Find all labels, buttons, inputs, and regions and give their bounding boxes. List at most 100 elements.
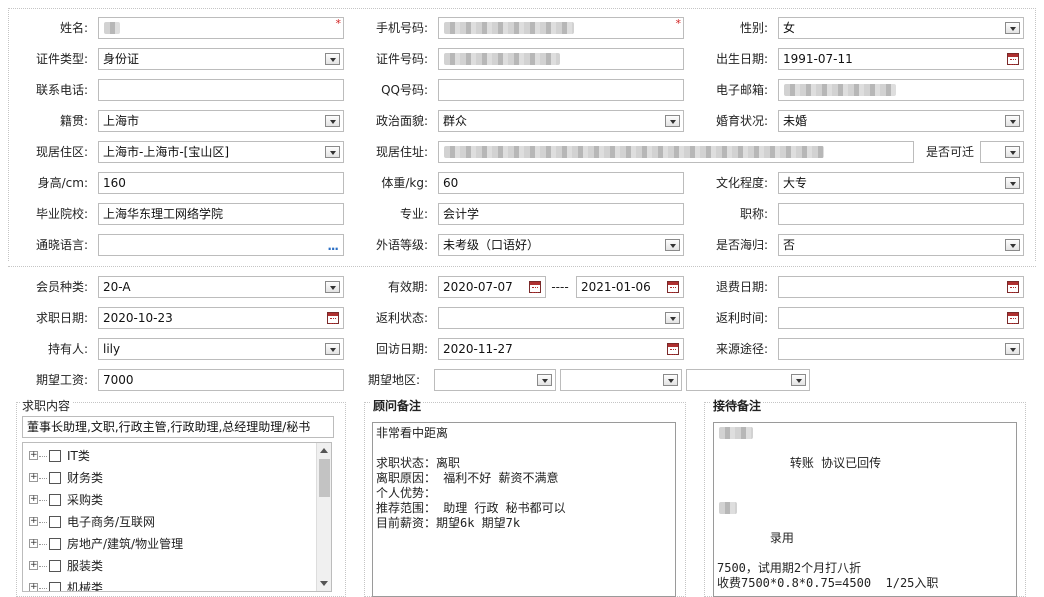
calendar-icon[interactable]	[327, 312, 339, 324]
validity-start-field[interactable]: 2020-07-07	[438, 276, 546, 298]
residence-area-select[interactable]: 上海市-上海市-[宝山区]	[98, 141, 344, 163]
contact-phone-field[interactable]	[98, 79, 344, 101]
chevron-down-icon[interactable]	[663, 374, 678, 386]
note-line: 7500，试用期2个月打八折	[717, 561, 862, 575]
calendar-icon[interactable]	[1007, 312, 1019, 324]
chevron-down-icon[interactable]	[665, 312, 680, 324]
calendar-icon[interactable]	[1007, 281, 1019, 293]
returnee-select[interactable]: 否	[778, 234, 1024, 256]
title-field[interactable]	[778, 203, 1024, 225]
expand-icon[interactable]: +	[29, 495, 38, 504]
region-select-province[interactable]	[434, 369, 556, 391]
tree-item-label: 房地产/建筑/物业管理	[67, 537, 184, 551]
visit-date-value: 2020-11-27	[443, 342, 513, 356]
tree-item-label: 机械类	[67, 581, 104, 592]
region-select-city[interactable]	[560, 369, 682, 391]
more-button[interactable]: ...	[327, 236, 339, 255]
chevron-down-icon[interactable]	[1005, 115, 1020, 127]
school-field[interactable]: 上海华东理工网络学院	[98, 203, 344, 225]
chevron-down-icon[interactable]	[665, 115, 680, 127]
height-field[interactable]: 160	[98, 172, 344, 194]
rebate-time-label: 返利时间:	[715, 311, 768, 325]
job-summary-field[interactable]: 董事长助理,文职,行政主管,行政助理,总经理助理/秘书	[22, 416, 334, 438]
name-field[interactable]: *	[98, 17, 344, 39]
address-field[interactable]	[438, 141, 914, 163]
email-field[interactable]	[778, 79, 1024, 101]
visit-date-field[interactable]: 2020-11-27	[438, 338, 684, 360]
major-field[interactable]: 会计学	[438, 203, 684, 225]
tree-scrollbar[interactable]	[316, 443, 331, 591]
checkbox[interactable]	[49, 450, 61, 462]
expand-icon[interactable]: +	[29, 451, 38, 460]
checkbox[interactable]	[49, 472, 61, 484]
id-type-label: 证件类型:	[35, 52, 88, 66]
checkbox[interactable]	[49, 516, 61, 528]
marital-select[interactable]: 未婚	[778, 110, 1024, 132]
scroll-down-icon[interactable]	[320, 581, 328, 586]
education-value: 大专	[783, 176, 808, 190]
id-type-select[interactable]: 身份证	[98, 48, 344, 70]
scroll-thumb[interactable]	[319, 459, 330, 497]
gender-select[interactable]: 女	[778, 17, 1024, 39]
calendar-icon[interactable]	[1007, 53, 1019, 65]
chevron-down-icon[interactable]	[1005, 239, 1020, 251]
reception-notes-textarea[interactable]: 转账 协议已回传 录用 7500，试用期2个月打八折 收费7500*0.8*0.…	[713, 422, 1017, 597]
rebate-status-select[interactable]	[438, 307, 684, 329]
weight-field[interactable]: 60	[438, 172, 684, 194]
job-date-field[interactable]: 2020-10-23	[98, 307, 344, 329]
chevron-down-icon[interactable]	[325, 115, 340, 127]
rebate-time-field[interactable]	[778, 307, 1024, 329]
salary-field[interactable]: 7000	[98, 369, 344, 391]
qq-field[interactable]	[438, 79, 684, 101]
validity-start-value: 2020-07-07	[443, 280, 513, 294]
available-select[interactable]	[980, 141, 1024, 163]
foreign-level-select[interactable]: 未考级（口语好）	[438, 234, 684, 256]
holder-select[interactable]: lily	[98, 338, 344, 360]
member-type-select[interactable]: 20-A	[98, 276, 344, 298]
chevron-down-icon[interactable]	[325, 281, 340, 293]
region-select-district[interactable]	[686, 369, 810, 391]
chevron-down-icon[interactable]	[1005, 22, 1020, 34]
chevron-down-icon[interactable]	[325, 343, 340, 355]
chevron-down-icon[interactable]	[325, 53, 340, 65]
note-line: 求职状态：离职	[376, 456, 461, 470]
phone-field[interactable]: *	[438, 17, 684, 39]
id-number-field[interactable]	[438, 48, 684, 70]
refund-date-field[interactable]	[778, 276, 1024, 298]
birth-date-field[interactable]: 1991-07-11	[778, 48, 1024, 70]
expand-icon[interactable]: +	[29, 517, 38, 526]
language-field[interactable]: ...	[98, 234, 344, 256]
validity-end-value: 2021-01-06	[581, 280, 651, 294]
expand-icon[interactable]: +	[29, 561, 38, 570]
note-line: 收费7500*0.8*0.75=4500 1/25入职	[717, 576, 939, 590]
id-number-label: 证件号码:	[375, 52, 428, 66]
chevron-down-icon[interactable]	[537, 374, 552, 386]
calendar-icon[interactable]	[529, 281, 541, 293]
scroll-up-icon[interactable]	[320, 448, 328, 453]
phone-label: 手机号码:	[375, 21, 428, 35]
validity-end-field[interactable]: 2021-01-06	[576, 276, 684, 298]
phone-redacted	[444, 22, 574, 34]
chevron-down-icon[interactable]	[1005, 177, 1020, 189]
native-place-select[interactable]: 上海市	[98, 110, 344, 132]
chevron-down-icon[interactable]	[325, 146, 340, 158]
chevron-down-icon[interactable]	[665, 239, 680, 251]
expand-icon[interactable]: +	[29, 473, 38, 482]
expand-icon[interactable]: +	[29, 539, 38, 548]
calendar-icon[interactable]	[667, 281, 679, 293]
chevron-down-icon[interactable]	[1005, 146, 1020, 158]
consultant-notes-textarea[interactable]: 非常看中距离 求职状态：离职 离职原因： 福利不好 薪资不满意 个人优势： 推荐…	[372, 422, 676, 597]
source-select[interactable]	[778, 338, 1024, 360]
chevron-down-icon[interactable]	[1005, 343, 1020, 355]
education-select[interactable]: 大专	[778, 172, 1024, 194]
note-line: 离职原因： 福利不好 薪资不满意	[376, 471, 559, 485]
chevron-down-icon[interactable]	[791, 374, 806, 386]
note-text: 录用	[769, 531, 794, 545]
tree-connector	[39, 544, 47, 545]
checkbox[interactable]	[49, 560, 61, 572]
checkbox[interactable]	[49, 494, 61, 506]
calendar-icon[interactable]	[667, 343, 679, 355]
political-select[interactable]: 群众	[438, 110, 684, 132]
checkbox[interactable]	[49, 538, 61, 550]
job-category-tree[interactable]: + IT类 + 财务类 + 采购类 + 电子商务/互联网 + 房地产/建筑/物业管理 + 服…	[22, 442, 332, 592]
